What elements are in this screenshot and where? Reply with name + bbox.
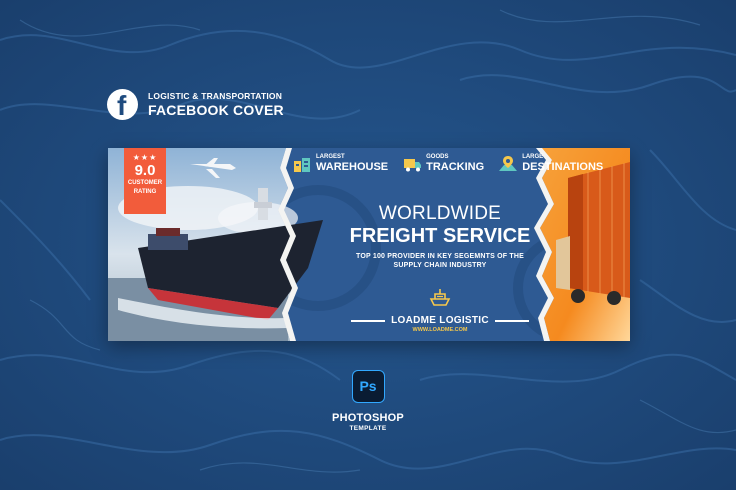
- rating-label-1: CUSTOMER: [127, 180, 163, 186]
- warehouse-icon: [294, 157, 310, 172]
- feature-warehouse: LARGEST WAREHOUSE: [292, 154, 388, 173]
- rating-stars: ★★★: [132, 153, 158, 162]
- feature-destinations: LARGE DESTINATIONS: [498, 154, 603, 173]
- feature-destinations-small: LARGE: [522, 154, 544, 160]
- rating-label-2: RATING: [133, 189, 157, 195]
- header: f LOGISTIC & TRANSPORTATION FACEBOOK COV…: [107, 89, 284, 121]
- photoshop-subtitle: TEMPLATE: [349, 425, 387, 432]
- feature-tracking: GOODS TRACKING: [402, 154, 484, 173]
- photoshop-icon-text: Ps: [359, 378, 377, 394]
- features-row: LARGEST WAREHOUSE GOODS TRACKING LARGE D…: [292, 154, 617, 173]
- feature-destinations-big: DESTINATIONS: [522, 161, 604, 173]
- map-pin-icon: [499, 155, 518, 171]
- header-subtitle: LOGISTIC & TRANSPORTATION: [148, 91, 283, 101]
- brand-url: WWW.LOADME.COM: [412, 327, 468, 333]
- header-title: FACEBOOK COVER: [148, 102, 284, 118]
- truck-icon: [404, 158, 422, 171]
- brand-line-right: [494, 319, 529, 322]
- rating-value: 9.0: [134, 162, 156, 179]
- headline-line-1: WORLDWIDE: [378, 203, 502, 224]
- facebook-icon: f: [107, 89, 138, 121]
- tagline-line-2: SUPPLY CHAIN INDUSTRY: [393, 262, 487, 269]
- ship-icon: [429, 289, 451, 306]
- photoshop-title: PHOTOSHOP: [332, 412, 404, 424]
- feature-tracking-small: GOODS: [426, 154, 449, 160]
- feature-tracking-big: TRACKING: [426, 161, 485, 173]
- photoshop-icon: Ps: [352, 370, 385, 403]
- tagline-line-1: TOP 100 PROVIDER IN KEY SEGEMNTS OF THE: [355, 253, 525, 260]
- cover-banner: ★★★ 9.0 CUSTOMER RATING LARGEST WAREHOUS…: [108, 148, 630, 341]
- feature-warehouse-big: WAREHOUSE: [316, 161, 389, 173]
- headline-line-2: FREIGHT SERVICE: [349, 225, 531, 247]
- brand-block: LOADME LOGISTIC WWW.LOADME.COM: [336, 286, 544, 333]
- rating-badge: ★★★ 9.0 CUSTOMER RATING: [124, 148, 166, 214]
- header-text: LOGISTIC & TRANSPORTATION FACEBOOK COVER: [148, 91, 284, 118]
- feature-warehouse-small: LARGEST: [316, 154, 345, 160]
- brand-line-left: [351, 319, 386, 322]
- brand-name: LOADME LOGISTIC: [391, 315, 489, 326]
- headline: WORLDWIDE FREIGHT SERVICE TOP 100 PROVID…: [335, 203, 545, 270]
